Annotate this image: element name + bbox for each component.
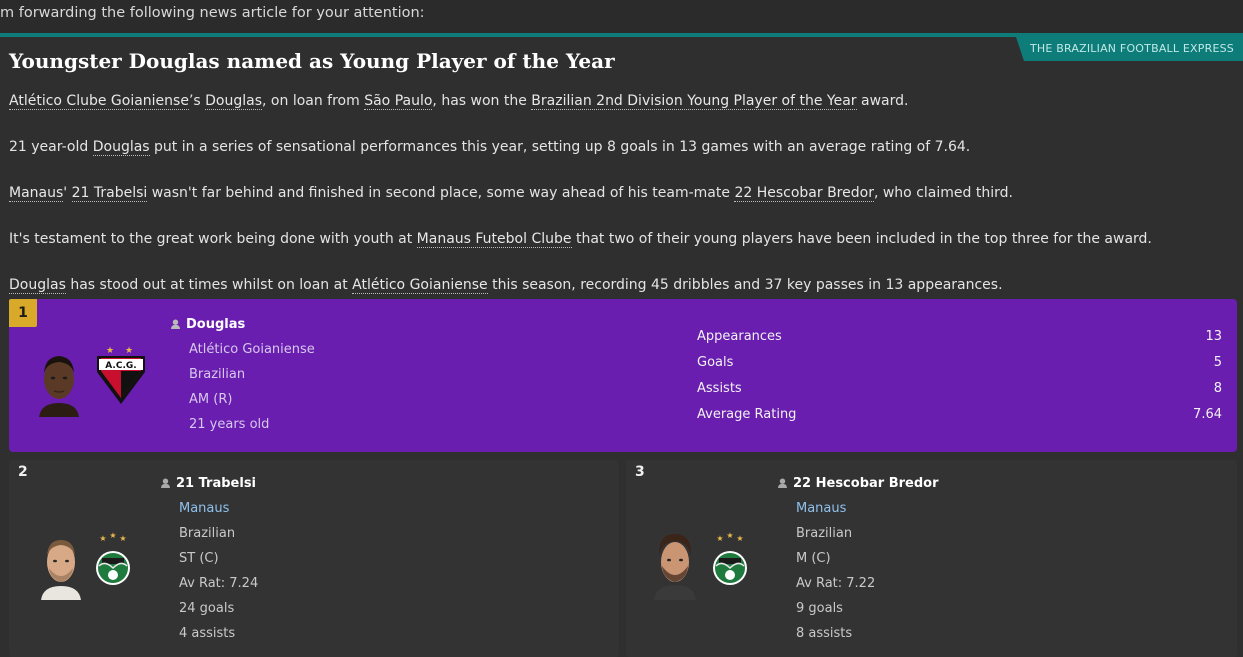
person-icon [778, 478, 787, 488]
svg-text:★: ★ [716, 534, 723, 543]
text: put in a series of sensational performan… [149, 139, 971, 155]
paragraph-2: 21 year-old Douglas put in a series of s… [9, 139, 971, 156]
club-link[interactable]: Atlético Goianiense [352, 277, 488, 294]
person-icon [161, 478, 170, 488]
svg-text:★: ★ [119, 534, 126, 543]
badge-lettering: A.C.G. [105, 361, 136, 371]
text: , who claimed third. [873, 185, 1013, 201]
runner-up-club-link[interactable]: Manaus [796, 501, 846, 516]
runner-up-nationality: Brazilian [179, 526, 236, 541]
club-badge-manaus: ★ ★ ★ [713, 532, 747, 585]
text: 21 year-old [9, 139, 93, 155]
player-face-douglas [39, 356, 79, 417]
winner-club[interactable]: Atlético Goianiense [189, 342, 315, 357]
stat-value: 7.64 [1193, 407, 1222, 422]
player-name-label: 21 Trabelsi [176, 476, 257, 491]
club-link[interactable]: Manaus Futebol Clube [416, 231, 572, 248]
text: has stood out at times whilst on loan at [65, 277, 353, 293]
runner-up-name[interactable]: 21 Trabelsi [161, 476, 256, 491]
stat-label: Average Rating [697, 407, 797, 422]
player-link[interactable]: Douglas [9, 277, 66, 294]
runner-up-name[interactable]: 22 Hescobar Bredor [778, 476, 939, 491]
winner-name[interactable]: Douglas [171, 317, 245, 332]
stat-appearances: Appearances 13 [697, 329, 1222, 355]
svg-text:★: ★ [736, 534, 743, 543]
runner-up-club-link[interactable]: Manaus [179, 501, 229, 516]
text: It's testament to the great work being d… [9, 231, 417, 247]
player-link[interactable]: 21 Trabelsi [71, 185, 148, 202]
stat-average-rating: Average Rating 7.64 [697, 407, 1222, 433]
svg-text:★: ★ [99, 534, 106, 543]
winner-position: AM (R) [189, 392, 233, 407]
club-link[interactable]: Manaus [9, 185, 64, 202]
winner-age: 21 years old [189, 417, 270, 432]
stat-assists: Assists 8 [697, 381, 1222, 407]
forward-message-intro: m forwarding the following news article … [0, 0, 1243, 33]
player-name-label: Douglas [186, 317, 246, 332]
player-face-trabelsi [41, 540, 81, 600]
paragraph-3: Manaus' 21 Trabelsi wasn't far behind an… [9, 185, 1013, 202]
runner-up-position: ST (C) [179, 551, 219, 566]
winner-nationality: Brazilian [189, 367, 246, 382]
svg-text:★: ★ [109, 532, 116, 540]
club-link[interactable]: São Paulo [364, 93, 433, 110]
runner-up-goals: 24 goals [179, 601, 235, 616]
runner-up-card-2[interactable]: 2 ★ ★ ★ 21 Trabelsi Manaus Brazilian ST … [9, 460, 619, 657]
club-badge-manaus: ★ ★ ★ [96, 532, 130, 585]
text: , has won the [432, 93, 532, 109]
player-link[interactable]: Douglas [92, 139, 150, 156]
runner-up-assists: 8 assists [796, 626, 853, 641]
stat-value: 13 [1205, 329, 1222, 344]
text: this season, recording 45 dribbles and 3… [487, 277, 1003, 293]
text: wasn't far behind and finished in second… [147, 185, 735, 201]
paragraph-1: Atlético Clube Goianiense’s Douglas, on … [9, 93, 909, 110]
stat-goals: Goals 5 [697, 355, 1222, 381]
runner-up-nationality: Brazilian [796, 526, 853, 541]
stat-label: Goals [697, 355, 734, 370]
award-link[interactable]: Brazilian 2nd Division Young Player of t… [531, 93, 857, 110]
article-headline: Youngster Douglas named as Young Player … [9, 49, 615, 73]
text: that two of their young players have bee… [571, 231, 1152, 247]
player-link[interactable]: Douglas [205, 93, 263, 110]
runner-up-card-3[interactable]: 3 ★ ★ ★ 22 Hescobar Bredor Manaus Brazil… [626, 460, 1237, 657]
player-face-hescobar-bredor [654, 534, 696, 600]
text: , on loan from [262, 93, 365, 109]
club-link[interactable]: Atlético Clube Goianiense [9, 93, 189, 110]
player-name-label: 22 Hescobar Bredor [793, 476, 939, 491]
svg-text:★: ★ [726, 532, 733, 540]
stat-value: 5 [1213, 355, 1222, 370]
paragraph-4: It's testament to the great work being d… [9, 231, 1152, 248]
news-source-tag: THE BRAZILIAN FOOTBALL EXPRESS [1016, 37, 1243, 61]
paragraph-5: Douglas has stood out at times whilst on… [9, 277, 1003, 294]
rank-number: 2 [18, 464, 28, 480]
stat-value: 8 [1213, 381, 1222, 396]
text: ' [63, 185, 72, 201]
stat-label: Appearances [697, 329, 782, 344]
text: award. [856, 93, 909, 109]
runner-up-rating: Av Rat: 7.24 [179, 576, 259, 591]
svg-text:★: ★ [125, 346, 133, 356]
player-link[interactable]: 22 Hescobar Bredor [734, 185, 874, 202]
rank-number: 3 [635, 464, 645, 480]
runner-up-assists: 4 assists [179, 626, 236, 641]
text: ’s [188, 93, 206, 109]
svg-text:★: ★ [106, 346, 114, 356]
winner-card[interactable]: 1 ★ ★ A.C.G. Douglas Atlético Goianiense… [9, 299, 1237, 452]
stat-label: Assists [697, 381, 742, 396]
person-icon [171, 319, 180, 329]
club-badge-atletico-goianiense: ★ ★ A.C.G. [97, 346, 145, 404]
rank-badge: 1 [9, 299, 37, 327]
runner-up-position: M (C) [796, 551, 831, 566]
runner-up-goals: 9 goals [796, 601, 843, 616]
runner-up-rating: Av Rat: 7.22 [796, 576, 876, 591]
